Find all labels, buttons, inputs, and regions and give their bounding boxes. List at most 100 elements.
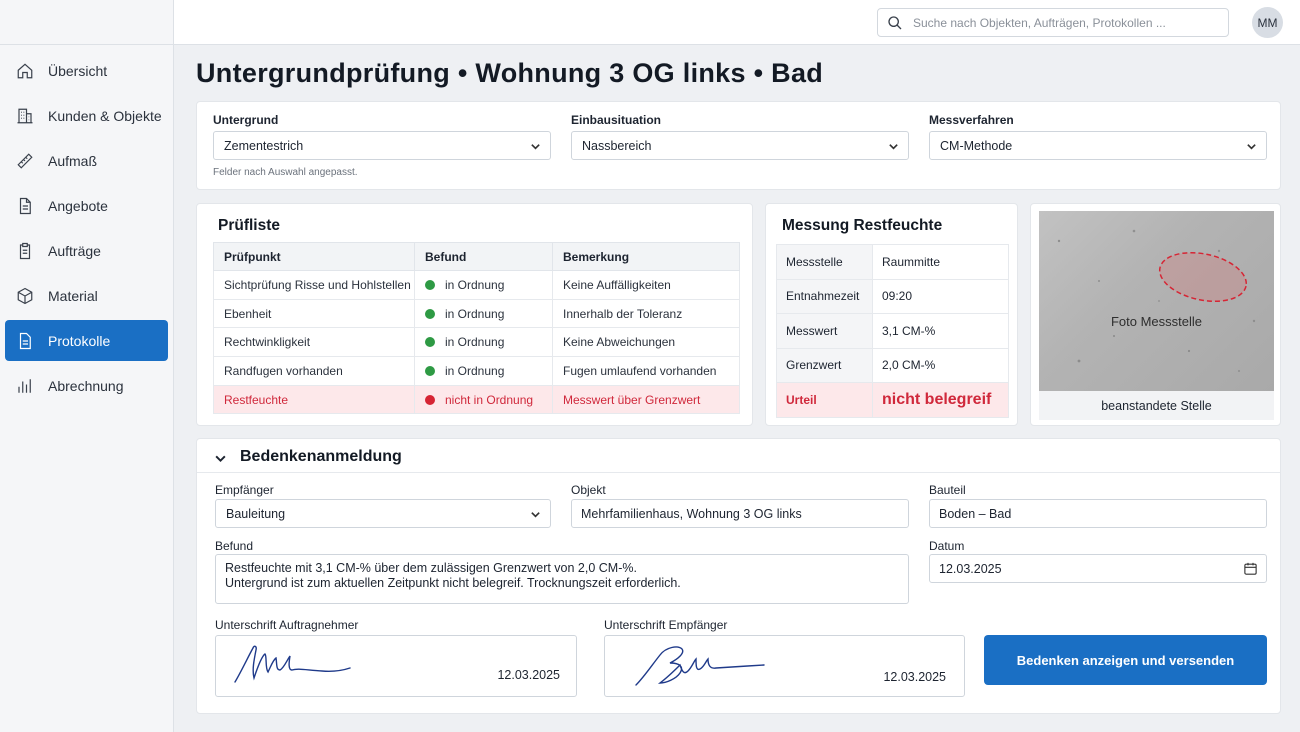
home-icon xyxy=(17,62,33,78)
empfaenger-label: Empfänger xyxy=(215,483,274,497)
topbar: MM xyxy=(174,0,1300,45)
photo-texture xyxy=(1057,229,1256,372)
empfaenger-select[interactable]: Bauleitung xyxy=(215,499,551,528)
sidebar-item-label: Abrechnung xyxy=(48,377,124,394)
chevron-down-icon xyxy=(888,141,899,152)
sig-empfaenger-label: Unterschrift Empfänger xyxy=(604,618,728,632)
pruefliste-table: Prüfpunkt Befund Bemerkung Sichtprüfung … xyxy=(213,242,740,415)
einbausituation-value: Nassbereich xyxy=(582,138,652,153)
pruefliste-title: Prüfliste xyxy=(218,217,281,234)
pruefpunkt-cell: Randfugen vorhanden xyxy=(213,356,415,386)
pruefliste-card: Prüfliste Prüfpunkt Befund Bemerkung Sic… xyxy=(196,203,753,426)
signature-empfaenger xyxy=(635,646,765,686)
datum-label: Datum xyxy=(929,539,965,553)
messung-value: 2,0 CM-% xyxy=(872,347,1009,383)
column-header-bemerkung: Bemerkung xyxy=(552,242,740,271)
table-row: Messstelle Raummitte xyxy=(776,244,1009,280)
befund-cell: in Ordnung xyxy=(414,327,553,358)
table-row: Urteil nicht belegreif xyxy=(776,382,1009,418)
protocol-icon xyxy=(19,332,31,349)
bedenken-submit-button[interactable]: Bedenken anzeigen und versenden xyxy=(984,635,1267,685)
befund-line: Restfeuchte mit 3,1 CM-% über dem zuläss… xyxy=(225,561,637,575)
status-ok-dot xyxy=(425,308,435,319)
befund-textarea[interactable]: Restfeuchte mit 3,1 CM-% über dem zuläss… xyxy=(215,554,909,604)
sidebar-item-uebersicht[interactable]: Übersicht xyxy=(5,50,168,91)
einbausituation-select[interactable]: Nassbereich xyxy=(571,131,909,160)
sidebar-item-label: Material xyxy=(48,287,98,304)
building-icon xyxy=(17,108,33,123)
untergrund-select[interactable]: Zementestrich xyxy=(213,131,551,160)
pruefpunkt-cell: Sichtprüfung Risse und Hohlstellen xyxy=(213,270,415,300)
sidebar-item-label: Angebote xyxy=(48,197,108,214)
messung-table: Messstelle Raummitte Entnahmezeit 09:20 … xyxy=(776,244,1009,418)
bauteil-field[interactable]: Boden – Bad xyxy=(929,499,1267,528)
bemerkung-cell: Keine Abweichungen xyxy=(552,327,740,358)
sidebar-item-material[interactable]: Material xyxy=(5,275,168,316)
table-row[interactable]: Randfugen vorhanden in Ordnung Fugen uml… xyxy=(213,356,740,386)
calendar-icon[interactable] xyxy=(1243,561,1258,576)
table-row[interactable]: Rechtwinkligkeit in Ordnung Keine Abweic… xyxy=(213,327,740,358)
measurement-photo[interactable]: Foto Messstelle xyxy=(1039,211,1274,391)
sidebar-item-abrechnung[interactable]: Abrechnung xyxy=(5,365,168,406)
signature-pad-empfaenger[interactable]: 12.03.2025 xyxy=(604,635,965,697)
sidebar-item-auftraege[interactable]: Aufträge xyxy=(5,230,168,271)
befund-text: in Ordnung xyxy=(445,306,505,321)
photo-label: Foto Messstelle xyxy=(1110,314,1203,329)
bemerkung-cell: Messwert über Grenzwert xyxy=(552,384,740,415)
bedenken-title: Bedenkenanmeldung xyxy=(240,448,402,465)
sig-auftragnehmer-date: 12.03.2025 xyxy=(497,668,560,682)
sidebar-item-protokolle[interactable]: Protokolle xyxy=(5,320,168,361)
box-icon xyxy=(17,287,33,304)
messung-card: Messung Restfeuchte Messstelle Raummitte… xyxy=(765,203,1018,426)
filter-hint: Felder nach Auswahl angepasst. xyxy=(213,167,358,178)
sidebar-item-label: Aufmaß xyxy=(48,152,98,169)
table-row[interactable]: Restfeuchte nicht in Ordnung Messwert üb… xyxy=(213,384,740,415)
messverfahren-select[interactable]: CM-Methode xyxy=(929,131,1267,160)
datum-field[interactable]: 12.03.2025 xyxy=(929,554,1267,583)
befund-label: Befund xyxy=(215,539,254,553)
table-header-row: Prüfpunkt Befund Bemerkung xyxy=(213,242,740,271)
bar-chart-icon xyxy=(18,378,31,393)
sidebar-item-label: Aufträge xyxy=(48,242,101,259)
bedenken-header[interactable]: Bedenkenanmeldung xyxy=(197,439,1280,473)
sidebar-item-label: Kunden & Objekte xyxy=(48,107,162,124)
bauteil-label: Bauteil xyxy=(929,483,966,497)
signature-pad-auftragnehmer[interactable]: 12.03.2025 xyxy=(215,635,577,697)
sidebar-item-angebote[interactable]: Angebote xyxy=(5,185,168,226)
messung-key: Entnahmezeit xyxy=(776,278,873,314)
bemerkung-cell: Keine Auffälligkeiten xyxy=(552,270,740,300)
befund-text: in Ordnung xyxy=(445,277,505,292)
search-box[interactable] xyxy=(877,8,1229,37)
status-ok-dot xyxy=(425,279,435,290)
befund-cell: nicht in Ordnung xyxy=(414,384,553,415)
sidebar-item-aufmass[interactable]: Aufmaß xyxy=(5,140,168,181)
befund-text: in Ordnung xyxy=(445,363,505,378)
messung-key: Grenzwert xyxy=(776,347,873,383)
sig-auftragnehmer-label: Unterschrift Auftragnehmer xyxy=(215,618,359,632)
status-error-dot xyxy=(425,394,435,405)
pruefpunkt-cell: Ebenheit xyxy=(213,298,415,329)
chevron-down-icon xyxy=(530,141,541,152)
messverfahren-value: CM-Methode xyxy=(940,138,1013,153)
marked-area xyxy=(1158,251,1248,303)
sidebar-item-kunden-objekte[interactable]: Kunden & Objekte xyxy=(5,95,168,136)
messung-value: Raummitte xyxy=(872,244,1009,280)
sidebar-nav: Übersicht Kunden & Objekte Aufmaß Angebo… xyxy=(0,45,173,406)
avatar[interactable]: MM xyxy=(1252,7,1283,38)
search-input[interactable] xyxy=(913,15,1213,30)
datum-value: 12.03.2025 xyxy=(939,561,1002,576)
chevron-down-icon xyxy=(215,455,226,463)
table-row[interactable]: Sichtprüfung Risse und Hohlstellen in Or… xyxy=(213,270,740,300)
befund-line: Untergrund ist zum aktuellen Zeitpunkt n… xyxy=(225,576,681,590)
table-row[interactable]: Ebenheit in Ordnung Innerhalb der Tolera… xyxy=(213,298,740,329)
page-title: Untergrundprüfung • Wohnung 3 OG links •… xyxy=(196,58,824,88)
table-row: Grenzwert 2,0 CM-% xyxy=(776,347,1009,383)
column-header-pruefpunkt: Prüfpunkt xyxy=(213,242,415,271)
pruefpunkt-cell: Rechtwinkligkeit xyxy=(213,327,415,358)
status-ok-dot xyxy=(425,337,435,348)
search-icon xyxy=(888,15,902,29)
objekt-field[interactable]: Mehrfamilienhaus, Wohnung 3 OG links xyxy=(571,499,909,528)
chevron-down-icon xyxy=(530,509,541,520)
table-row: Entnahmezeit 09:20 xyxy=(776,278,1009,314)
bedenken-card: Bedenkenanmeldung Empfänger Bauleitung O… xyxy=(196,438,1281,714)
